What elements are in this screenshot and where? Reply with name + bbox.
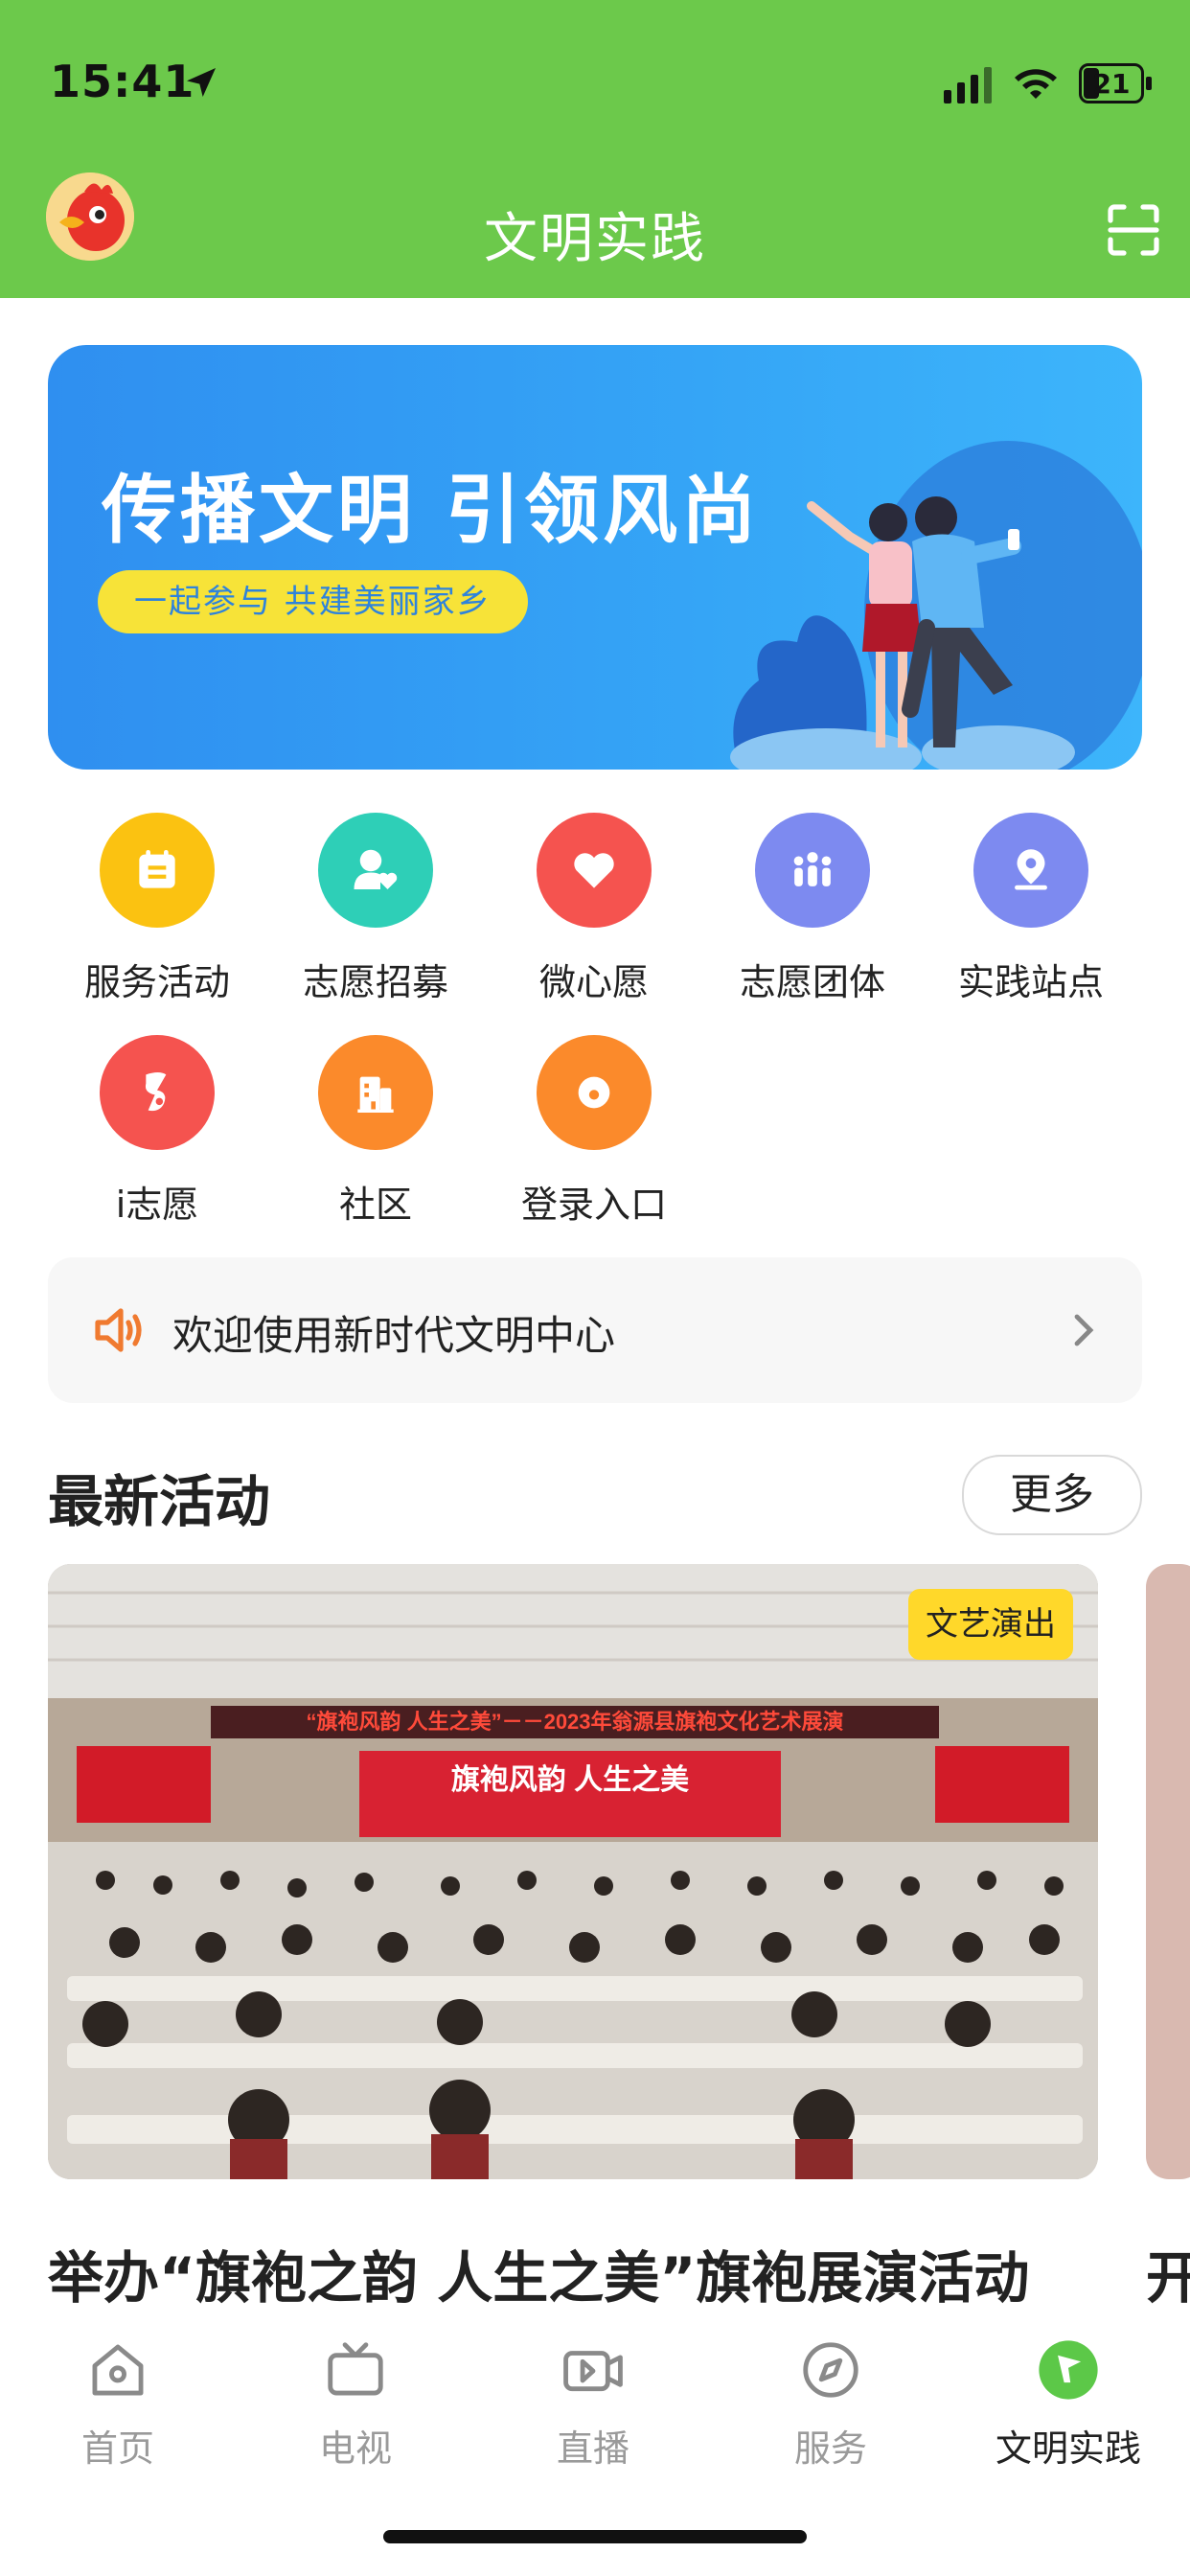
section-title-latest: 最新活动 — [48, 1469, 271, 1534]
quick-link-label: 实践站点 — [957, 961, 1104, 1003]
quick-link-service-activity[interactable]: 服务活动 — [48, 813, 266, 1024]
activity-caption-next: 开 — [1146, 2245, 1190, 2311]
quick-link-label: 微心愿 — [538, 961, 649, 1003]
quick-link-login-entry[interactable]: 登录入口 — [485, 1035, 703, 1246]
tab-label: 首页 — [80, 2427, 154, 2470]
banner-title: 传播文明 引领风尚 — [102, 468, 761, 554]
chevron-right-icon — [1074, 1314, 1094, 1346]
quick-link-label: 登录入口 — [520, 1184, 667, 1226]
cellular-signal-icon — [944, 67, 992, 104]
page-title: 文明实践 — [484, 208, 706, 270]
location-pin-icon — [973, 813, 1088, 928]
battery-level: 21 — [1092, 68, 1131, 100]
photo-screen-text: 旗袍风韵 人生之美 — [451, 1763, 689, 1796]
category-tag: 文艺演出 — [908, 1589, 1073, 1660]
quick-link-practice-site[interactable]: 实践站点 — [922, 813, 1140, 1024]
banner-subtitle: 一起参与 共建美丽家乡 — [98, 570, 528, 633]
heart-icon — [537, 813, 652, 928]
tv-icon — [328, 2342, 383, 2396]
quick-link-community[interactable]: 社区 — [266, 1035, 485, 1246]
home-indicator — [383, 2530, 807, 2543]
home-icon — [92, 2344, 144, 2396]
status-bar: 15:41 21 — [0, 0, 1190, 172]
i-volunteer-icon — [100, 1035, 215, 1150]
activity-card-next[interactable] — [1146, 1564, 1190, 2179]
compass-icon — [803, 2342, 858, 2398]
more-button[interactable]: 更多 — [962, 1455, 1142, 1535]
tab-label: 文明实践 — [995, 2427, 1141, 2470]
quick-link-label: 志愿招募 — [302, 961, 448, 1003]
quick-link-label: 志愿团体 — [739, 961, 885, 1003]
battery-icon: 21 — [1079, 63, 1154, 105]
quick-link-label: 社区 — [338, 1184, 412, 1226]
notice-bar[interactable]: 欢迎使用新时代文明中心 — [48, 1257, 1142, 1403]
wifi-icon — [1015, 69, 1057, 99]
login-icon — [537, 1035, 652, 1150]
location-arrow-icon — [187, 68, 216, 97]
building-icon — [318, 1035, 433, 1150]
activity-caption: 举办“旗袍之韵 人生之美”旗袍展演活动 — [48, 2245, 1030, 2311]
quick-link-micro-wish[interactable]: 微心愿 — [485, 813, 703, 1024]
tab-label: 电视 — [318, 2427, 392, 2470]
scan-icon[interactable] — [1107, 203, 1160, 257]
tab-service[interactable]: 服务 — [744, 2336, 917, 2472]
status-time: 15:41 — [50, 56, 195, 107]
tab-tv[interactable]: 电视 — [269, 2336, 442, 2472]
calendar-icon — [100, 813, 215, 928]
tab-home[interactable]: 首页 — [32, 2336, 204, 2472]
quick-link-volunteer-recruit[interactable]: 志愿招募 — [266, 813, 485, 1024]
quick-link-i-volunteer[interactable]: i志愿 — [48, 1035, 266, 1246]
notice-text: 欢迎使用新时代文明中心 — [172, 1312, 616, 1359]
tab-label: 服务 — [793, 2427, 867, 2470]
quick-link-volunteer-group[interactable]: 志愿团体 — [703, 813, 922, 1024]
quick-link-label: i志愿 — [115, 1184, 199, 1226]
photo-banner-text: “旗袍风韵 人生之美”－－2023年翁源县旗袍文化艺术展演 — [306, 1710, 843, 1734]
quick-link-label: 服务活动 — [83, 961, 230, 1003]
tab-live[interactable]: 直播 — [507, 2336, 679, 2472]
banner-illustration — [730, 441, 1142, 770]
tab-civilization-practice[interactable]: 文明实践 — [982, 2336, 1155, 2472]
activity-card[interactable]: “旗袍风韵 人生之美”－－2023年翁源县旗袍文化艺术展演 旗袍风韵 人生之美 … — [48, 1564, 1098, 2179]
speaker-icon — [95, 1308, 142, 1352]
flag-icon — [1039, 2340, 1098, 2400]
promo-banner[interactable]: 传播文明 引领风尚 一起参与 共建美丽家乡 — [48, 345, 1142, 770]
group-icon — [755, 813, 870, 928]
tab-label: 直播 — [556, 2427, 629, 2470]
live-video-icon — [563, 2351, 623, 2392]
volunteer-heart-icon — [318, 813, 433, 928]
app-header: 15:41 21 文明实践 — [0, 0, 1190, 298]
